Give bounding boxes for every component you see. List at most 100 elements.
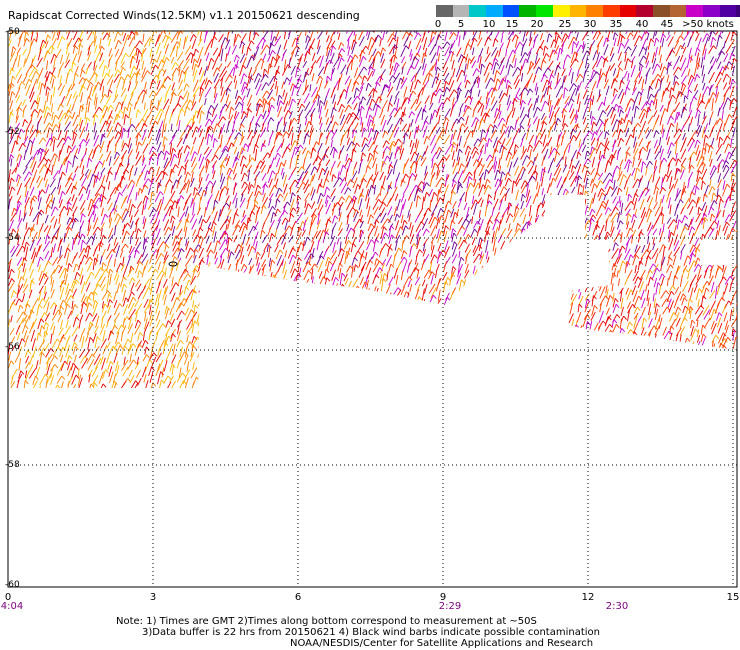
wind-barb-flag [544, 249, 549, 254]
wind-barb [626, 161, 631, 173]
wind-barb [39, 83, 43, 96]
wind-barb-flag [504, 248, 508, 253]
wind-barb [715, 250, 719, 259]
wind-barb [225, 195, 230, 203]
wind-barb [192, 136, 197, 145]
wind-barb-flag [152, 79, 157, 84]
wind-barb [438, 114, 441, 124]
wind-barb [541, 176, 544, 187]
wind-barb [504, 172, 508, 181]
wind-barb [653, 202, 658, 210]
wind-barb [689, 232, 695, 245]
wind-barb-flag [119, 216, 124, 221]
wind-barb [171, 220, 175, 230]
wind-barb-flag [385, 243, 390, 248]
wind-barb [331, 195, 336, 203]
wind-barb [499, 42, 504, 50]
wind-barb-flag [390, 225, 395, 230]
wind-barb-flag [702, 242, 707, 247]
wind-barb [323, 62, 328, 75]
wind-barb-flag [489, 262, 494, 267]
wind-barb [680, 207, 685, 215]
wind-barb [289, 254, 294, 265]
wind-barb [546, 207, 550, 218]
wind-barb-flag [679, 199, 684, 204]
wind-barb [249, 136, 254, 146]
wind-barb-flag [697, 264, 702, 269]
wind-barb [641, 79, 645, 91]
wind-barb [149, 254, 153, 264]
wind-barb [254, 78, 261, 90]
wind-barb [456, 69, 463, 82]
wind-barb [515, 265, 520, 273]
wind-barb [520, 255, 524, 264]
wind-barb-flag [710, 206, 715, 211]
wind-barb-flag [306, 133, 310, 138]
wind-barb [148, 90, 154, 98]
wind-barb [100, 134, 103, 146]
wind-barb-flag [108, 89, 113, 94]
wind-barb-flag [257, 184, 262, 189]
wind-barb-flag [602, 72, 607, 77]
wind-barb-flag [62, 171, 66, 176]
wind-barb [512, 67, 518, 77]
wind-barb [147, 125, 154, 139]
wind-barb [367, 214, 372, 225]
wind-barb [402, 260, 408, 273]
wind-barb [722, 180, 726, 190]
wind-barb [695, 176, 701, 187]
wind-barb-flag [495, 61, 500, 66]
wind-barb [722, 123, 726, 131]
wind-barb [260, 143, 264, 152]
wind-barb [577, 143, 583, 154]
wind-barb [92, 246, 98, 257]
wind-barb [717, 61, 722, 70]
wind-barb-flag [55, 114, 59, 119]
wind-barb [547, 94, 551, 106]
wind-barb [281, 172, 285, 180]
wind-barb [43, 101, 47, 113]
wind-barb-flag [200, 235, 204, 240]
wind-barb [210, 36, 215, 48]
wind-barb-flag [670, 115, 675, 120]
wind-barb [168, 113, 173, 124]
wind-barb [288, 235, 294, 243]
wind-barb [176, 116, 180, 127]
wind-barb-flag [579, 183, 583, 188]
wind-barb-flag [486, 178, 491, 183]
wind-barb [540, 215, 544, 224]
wind-barb [368, 45, 373, 56]
wind-barb [169, 46, 176, 57]
wind-barb [372, 88, 375, 99]
wind-barb-flag [564, 123, 569, 128]
wind-barb [701, 242, 704, 253]
wind-barb [58, 211, 62, 224]
wind-barb-flag [124, 142, 129, 147]
wind-barb [722, 135, 728, 145]
wind-barb [568, 83, 574, 92]
wind-barb [161, 196, 165, 204]
wind-barb-flag [448, 209, 452, 214]
wind-barb-flag [153, 152, 158, 157]
wind-barb [86, 245, 91, 257]
wind-barb-flag [97, 81, 102, 86]
wind-barb [653, 38, 657, 47]
wind-barb [99, 114, 104, 124]
wind-barb [498, 240, 506, 253]
wind-barb [644, 126, 650, 134]
wind-barb-flag [557, 117, 562, 122]
wind-barb [72, 91, 77, 99]
wind-barb [246, 56, 252, 69]
wind-barb-flag [328, 260, 333, 265]
wind-barb [438, 94, 442, 104]
wind-barb [581, 144, 587, 153]
wind-barb-flag [558, 226, 563, 231]
wind-barb-flag [384, 232, 389, 237]
wind-barb [88, 174, 94, 187]
wind-barb [267, 117, 272, 125]
wind-barb-flag [68, 207, 73, 212]
wind-barb [494, 108, 498, 118]
wind-barb-flag [677, 158, 682, 163]
wind-barb-flag [509, 243, 513, 248]
wind-barb [485, 240, 489, 253]
